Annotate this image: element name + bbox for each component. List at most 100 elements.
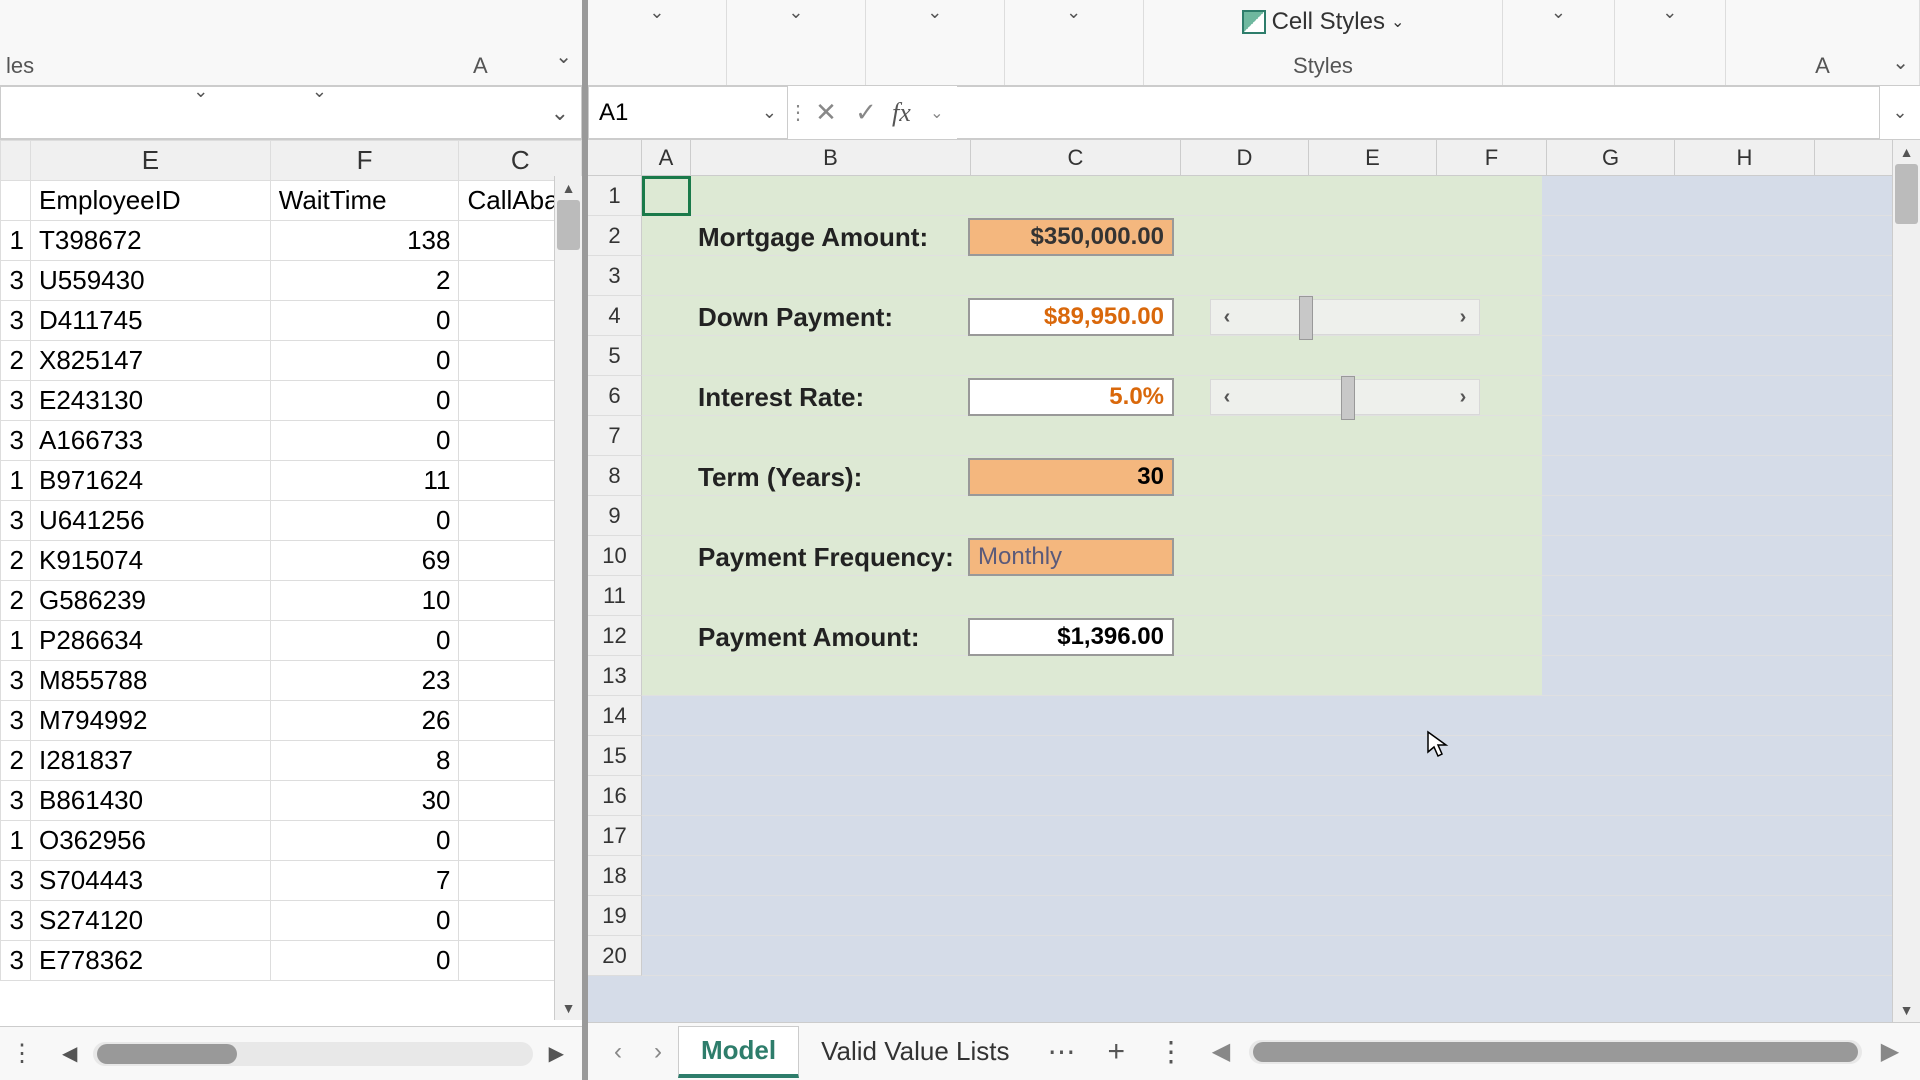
slider-thumb[interactable]	[1299, 296, 1313, 340]
row-header[interactable]: 1	[588, 176, 642, 216]
cell[interactable]: S274120	[31, 901, 271, 941]
cell[interactable]: M855788	[31, 661, 271, 701]
col-header[interactable]: G	[1547, 140, 1675, 175]
slider-thumb[interactable]	[1341, 376, 1355, 420]
chevron-down-icon[interactable]: ⌄	[1391, 12, 1404, 32]
chevron-down-icon[interactable]: ⌄	[1880, 102, 1920, 123]
chevron-down-icon[interactable]: ⌄	[927, 2, 942, 23]
interest-rate-slider[interactable]: ‹ ›	[1210, 379, 1480, 415]
row-header[interactable]: 9	[588, 496, 642, 536]
slider-right-icon[interactable]: ›	[1447, 386, 1479, 409]
cell[interactable]: 7	[270, 861, 459, 901]
cancel-icon[interactable]: ✕	[806, 97, 846, 128]
cell[interactable]: M794992	[31, 701, 271, 741]
scrollbar-thumb[interactable]	[1895, 164, 1918, 224]
scrollbar-thumb[interactable]	[557, 200, 580, 250]
cell[interactable]: 3	[1, 661, 31, 701]
row-header[interactable]: 5	[588, 336, 642, 376]
row-header[interactable]: 2	[588, 216, 642, 256]
cell[interactable]: 3	[1, 261, 31, 301]
cell[interactable]: 1	[1, 821, 31, 861]
chevron-down-icon[interactable]: ⌄	[762, 102, 777, 123]
cell[interactable]: B971624	[31, 461, 271, 501]
payment-frequency-cell[interactable]: Monthly	[968, 538, 1174, 576]
cell[interactable]: 2	[270, 261, 459, 301]
chevron-down-icon[interactable]: ⌄	[1662, 2, 1677, 23]
chevron-down-icon[interactable]: ⌄	[788, 2, 803, 23]
cell[interactable]: P286634	[31, 621, 271, 661]
cell[interactable]: E778362	[31, 941, 271, 981]
row-header[interactable]: 20	[588, 936, 642, 976]
select-all-corner[interactable]	[588, 140, 642, 175]
cell[interactable]: 10	[270, 581, 459, 621]
cell[interactable]: U641256	[31, 501, 271, 541]
row-header[interactable]: 3	[588, 256, 642, 296]
tab-nav-left-icon[interactable]: ‹	[598, 1038, 638, 1066]
cell[interactable]: K915074	[31, 541, 271, 581]
slider-right-icon[interactable]: ›	[1447, 306, 1479, 329]
cell[interactable]: 2	[1, 581, 31, 621]
tab-nav-right-icon[interactable]: ›	[638, 1038, 678, 1066]
scroll-down-icon[interactable]: ▼	[1893, 998, 1920, 1022]
left-namebox[interactable]: ⌄	[0, 86, 582, 139]
scroll-up-icon[interactable]: ▲	[1893, 140, 1920, 164]
row-header[interactable]: 11	[588, 576, 642, 616]
row-header[interactable]: 17	[588, 816, 642, 856]
cell[interactable]: 1	[1, 461, 31, 501]
cell[interactable]: 26	[270, 701, 459, 741]
header-cell[interactable]: WaitTime	[270, 181, 459, 221]
cell[interactable]	[1, 181, 31, 221]
vertical-scrollbar[interactable]: ▲ ▼	[554, 176, 582, 1020]
cell[interactable]: 0	[270, 501, 459, 541]
cell[interactable]: E243130	[31, 381, 271, 421]
vertical-scrollbar[interactable]: ▲ ▼	[1892, 140, 1920, 1022]
cell[interactable]: D411745	[31, 301, 271, 341]
cell[interactable]: 1	[1, 621, 31, 661]
header-cell[interactable]: EmployeeID	[31, 181, 271, 221]
chevron-down-icon[interactable]: ⌄	[551, 100, 569, 126]
chevron-down-icon[interactable]: ⌄	[917, 103, 957, 123]
left-grid[interactable]: E F C EmployeeID WaitTime CallAban 1 T39…	[0, 140, 582, 1026]
scroll-left-icon[interactable]: ◀	[1201, 1037, 1241, 1066]
cell[interactable]: G586239	[31, 581, 271, 621]
cell[interactable]: 3	[1, 501, 31, 541]
scroll-right-icon[interactable]: ▶	[1870, 1037, 1910, 1066]
payment-amount-cell[interactable]: $1,396.00	[968, 618, 1174, 656]
fx-icon[interactable]: fx	[886, 98, 917, 128]
col-header[interactable]	[1, 141, 31, 181]
cell[interactable]: 0	[270, 901, 459, 941]
slider-left-icon[interactable]: ‹	[1211, 386, 1243, 409]
formula-input[interactable]	[957, 86, 1880, 139]
cell[interactable]: 1	[1, 221, 31, 261]
scrollbar-thumb[interactable]	[97, 1044, 237, 1064]
chevron-down-icon[interactable]: ⌄	[649, 2, 664, 23]
col-header[interactable]: F	[270, 141, 459, 181]
name-box[interactable]: A1 ⌄	[588, 86, 788, 139]
row-header[interactable]: 4	[588, 296, 642, 336]
cell[interactable]: 0	[270, 621, 459, 661]
chevron-down-icon[interactable]: ⌄	[1066, 2, 1081, 23]
cell[interactable]: 0	[270, 941, 459, 981]
sheet-tab-model[interactable]: Model	[678, 1026, 799, 1078]
cell[interactable]: 3	[1, 941, 31, 981]
cell[interactable]: 3	[1, 381, 31, 421]
cell-styles-button[interactable]: Cell Styles ⌄	[1242, 8, 1405, 36]
more-tabs-icon[interactable]: ⋯	[1031, 1035, 1091, 1068]
horizontal-scrollbar[interactable]	[93, 1042, 532, 1066]
cell[interactable]: I281837	[31, 741, 271, 781]
cell[interactable]: 2	[1, 541, 31, 581]
cell[interactable]: S704443	[31, 861, 271, 901]
cell[interactable]: 3	[1, 781, 31, 821]
horizontal-scrollbar[interactable]	[1249, 1040, 1862, 1064]
sheet-tab-valid-value-lists[interactable]: Valid Value Lists	[799, 1028, 1031, 1075]
scrollbar-thumb[interactable]	[1253, 1042, 1858, 1062]
down-payment-slider[interactable]: ‹ ›	[1210, 299, 1480, 335]
cell[interactable]: 3	[1, 861, 31, 901]
mortgage-amount-cell[interactable]: $350,000.00	[968, 218, 1174, 256]
cell[interactable]: 0	[270, 821, 459, 861]
cell[interactable]: 69	[270, 541, 459, 581]
cell[interactable]: 2	[1, 341, 31, 381]
cell[interactable]: 3	[1, 301, 31, 341]
right-grid[interactable]: ABCDEFGH 1234567891011121314151617181920…	[588, 140, 1920, 1022]
cell[interactable]: 23	[270, 661, 459, 701]
